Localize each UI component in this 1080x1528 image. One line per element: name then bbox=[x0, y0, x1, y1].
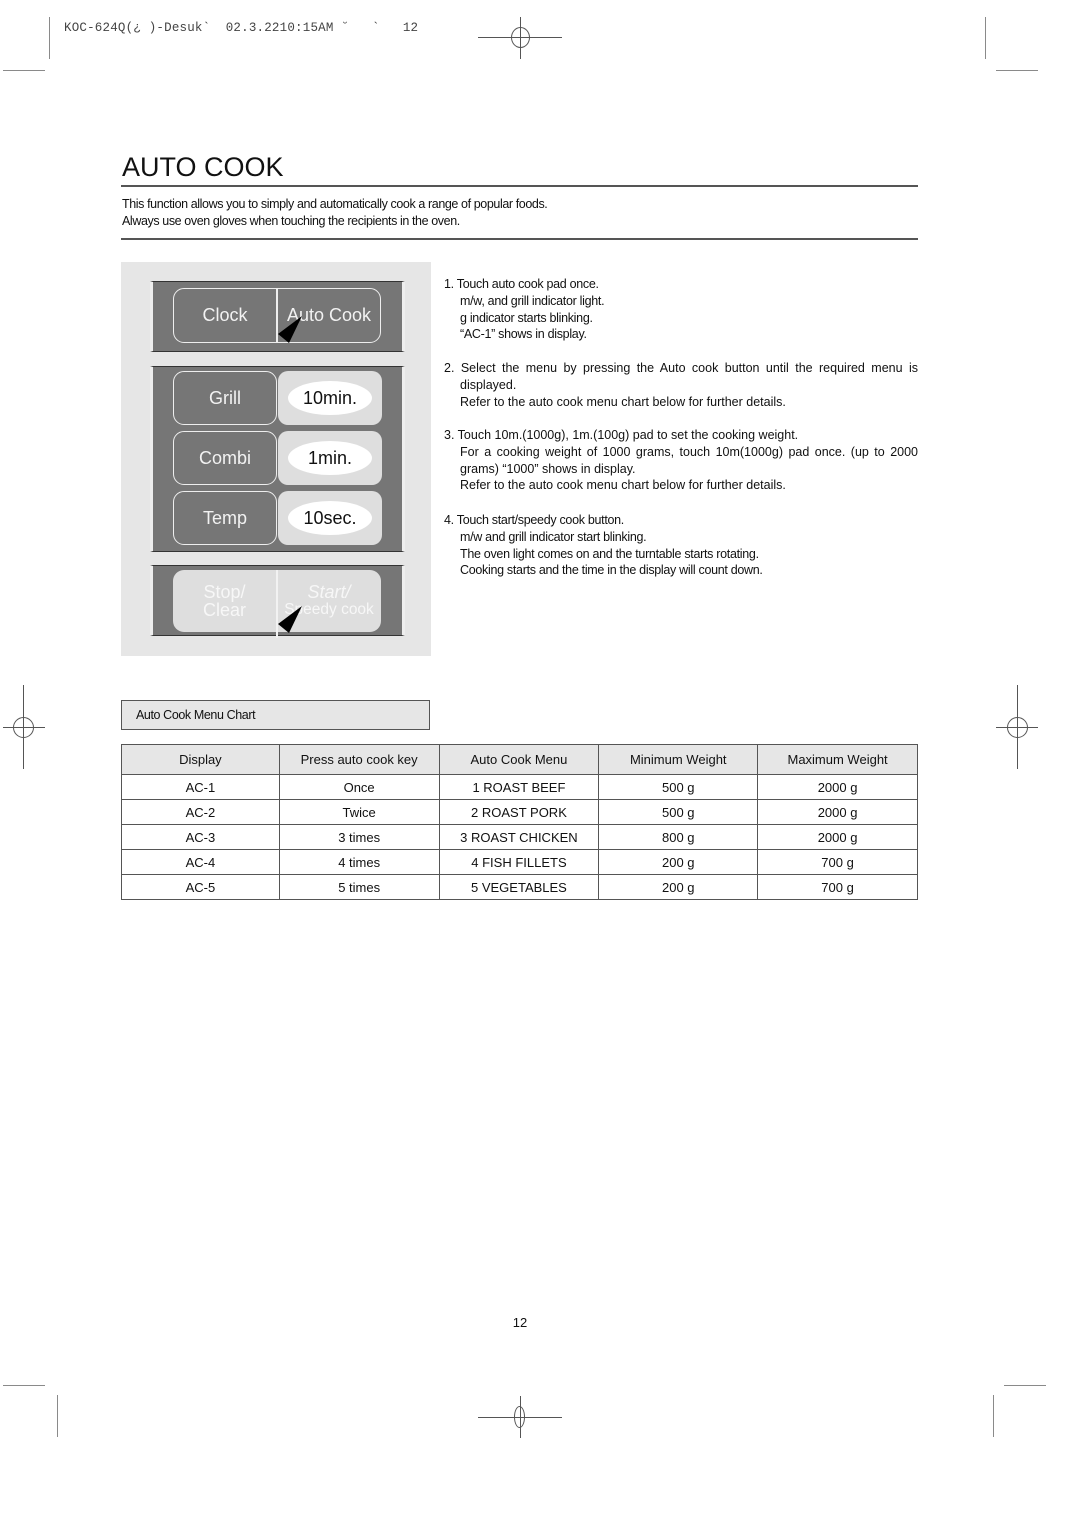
ten-min-label: 10min. bbox=[288, 381, 372, 415]
step-4-line: The oven light comes on and the turntabl… bbox=[460, 546, 759, 561]
cell-min-weight: 500 g bbox=[598, 799, 759, 825]
print-slug: KOC-624Q(¿ )-Desuk` 02.3.2210:15AM ˘ ` 1… bbox=[64, 21, 419, 35]
ten-sec-button[interactable]: 10sec. bbox=[278, 491, 382, 545]
start-label: Start/ bbox=[307, 582, 351, 602]
cell-press-key: 5 times bbox=[278, 874, 440, 900]
step-1: 1. Touch auto cook pad once. m/w, and gr… bbox=[444, 276, 918, 343]
table-row: AC-1 Once 1 ROAST BEEF 500 g 2000 g bbox=[121, 774, 918, 800]
step-4: 4. Touch start/speedy cook button. m/w a… bbox=[444, 512, 918, 579]
cell-press-key: Once bbox=[278, 774, 440, 800]
column-header-menu: Auto Cook Menu bbox=[438, 744, 600, 775]
registration-mark-right bbox=[996, 685, 1038, 769]
step-3-line: 3. Touch 10m.(1000g), 1m.(100g) pad to s… bbox=[444, 428, 799, 442]
step-1-line: m/w, and grill indicator light. bbox=[460, 293, 605, 308]
registration-mark-bottom bbox=[478, 1396, 562, 1438]
crop-mark-bottom-right-v bbox=[993, 1395, 994, 1437]
step-3: 3. Touch 10m.(1000g), 1m.(100g) pad to s… bbox=[444, 427, 918, 494]
step-2-line: 2. Select the menu by pressing the Auto … bbox=[444, 361, 918, 392]
cell-menu: 1 ROAST BEEF bbox=[438, 774, 600, 800]
crop-mark-top-left-v bbox=[49, 17, 50, 59]
page-number: 12 bbox=[512, 1315, 528, 1330]
cell-display: AC-1 bbox=[121, 774, 280, 800]
step-2-line: Refer to the auto cook menu chart below … bbox=[460, 394, 786, 409]
crop-mark-top-left-h bbox=[3, 70, 45, 71]
ten-sec-label: 10sec. bbox=[288, 501, 372, 535]
cell-press-key: 3 times bbox=[278, 824, 440, 850]
column-header-min-weight: Minimum Weight bbox=[598, 744, 759, 775]
cell-menu: 3 ROAST CHICKEN bbox=[438, 824, 600, 850]
column-header-press-key: Press auto cook key bbox=[278, 744, 440, 775]
stop-clear-button[interactable]: Stop/ Clear bbox=[173, 572, 276, 630]
cell-max-weight: 2000 g bbox=[757, 824, 918, 850]
step-4-line: Cooking starts and the time in the displ… bbox=[460, 563, 763, 578]
cell-menu: 5 VEGETABLES bbox=[438, 874, 600, 900]
stop-label: Stop/ bbox=[203, 582, 246, 602]
cell-display: AC-5 bbox=[121, 874, 280, 900]
cell-display: AC-2 bbox=[121, 799, 280, 825]
step-4-line: m/w and grill indicator start blinking. bbox=[460, 529, 647, 544]
crop-mark-bottom-left-v bbox=[57, 1395, 58, 1437]
intro-rule bbox=[121, 238, 918, 240]
table-row: AC-5 5 times 5 VEGETABLES 200 g 700 g bbox=[121, 874, 918, 900]
cell-min-weight: 500 g bbox=[598, 774, 759, 800]
cell-min-weight: 200 g bbox=[598, 874, 759, 900]
cell-display: AC-4 bbox=[121, 849, 280, 875]
pointer-arrow-icon bbox=[278, 316, 302, 343]
table-row: AC-3 3 times 3 ROAST CHICKEN 800 g 2000 … bbox=[121, 824, 918, 850]
cell-max-weight: 700 g bbox=[757, 874, 918, 900]
registration-mark-left bbox=[3, 685, 45, 769]
cell-max-weight: 2000 g bbox=[757, 799, 918, 825]
step-3-line: Refer to the auto cook menu chart below … bbox=[460, 478, 786, 493]
crop-mark-bottom-left-h bbox=[3, 1385, 45, 1386]
clock-button[interactable]: Clock bbox=[174, 289, 276, 341]
clear-label: Clear bbox=[202, 600, 246, 620]
step-2: 2. Select the menu by pressing the Auto … bbox=[444, 360, 918, 410]
step-1-line: g indicator starts blinking. bbox=[460, 310, 593, 325]
intro-line-2: Always use oven gloves when touching the… bbox=[122, 214, 460, 228]
cell-menu: 2 ROAST PORK bbox=[438, 799, 600, 825]
crop-mark-top-right-v bbox=[985, 17, 986, 59]
step-4-line: 4. Touch start/speedy cook button. bbox=[444, 513, 624, 527]
auto-cook-menu-table: Display Press auto cook key Auto Cook Me… bbox=[121, 744, 918, 900]
menu-chart-caption: Auto Cook Menu Chart bbox=[121, 700, 430, 730]
cell-menu: 4 FISH FILLETS bbox=[438, 849, 600, 875]
cell-press-key: Twice bbox=[278, 799, 440, 825]
column-header-display: Display bbox=[121, 744, 280, 775]
ten-min-button[interactable]: 10min. bbox=[278, 371, 382, 425]
table-header-row: Display Press auto cook key Auto Cook Me… bbox=[121, 744, 918, 775]
intro-line-1: This function allows you to simply and a… bbox=[122, 197, 548, 211]
step-3-line: For a cooking weight of 1000 grams, touc… bbox=[460, 444, 918, 476]
cell-max-weight: 2000 g bbox=[757, 774, 918, 800]
crop-mark-top-right-h bbox=[996, 70, 1038, 71]
crop-mark-bottom-right-h bbox=[1004, 1385, 1046, 1386]
temp-button[interactable]: Temp bbox=[173, 491, 277, 545]
registration-mark-top bbox=[478, 17, 562, 59]
step-1-line: 1. Touch auto cook pad once. bbox=[444, 277, 599, 291]
control-panel-middle-section: Grill 10min. Combi 1min. Temp 10sec. bbox=[150, 366, 405, 552]
step-1-line: “AC-1” shows in display. bbox=[460, 327, 587, 342]
cell-display: AC-3 bbox=[121, 824, 280, 850]
table-row: AC-2 Twice 2 ROAST PORK 500 g 2000 g bbox=[121, 799, 918, 825]
pointer-arrow-icon bbox=[278, 606, 302, 633]
one-min-label: 1min. bbox=[288, 441, 372, 475]
title-rule bbox=[121, 185, 918, 187]
cell-min-weight: 800 g bbox=[598, 824, 759, 850]
cell-max-weight: 700 g bbox=[757, 849, 918, 875]
page-title: AUTO COOK bbox=[122, 152, 284, 182]
column-header-max-weight: Maximum Weight bbox=[757, 744, 918, 775]
cell-min-weight: 200 g bbox=[598, 849, 759, 875]
combi-button[interactable]: Combi bbox=[173, 431, 277, 485]
cell-press-key: 4 times bbox=[278, 849, 440, 875]
grill-button[interactable]: Grill bbox=[173, 371, 277, 425]
one-min-button[interactable]: 1min. bbox=[278, 431, 382, 485]
table-row: AC-4 4 times 4 FISH FILLETS 200 g 700 g bbox=[121, 849, 918, 875]
